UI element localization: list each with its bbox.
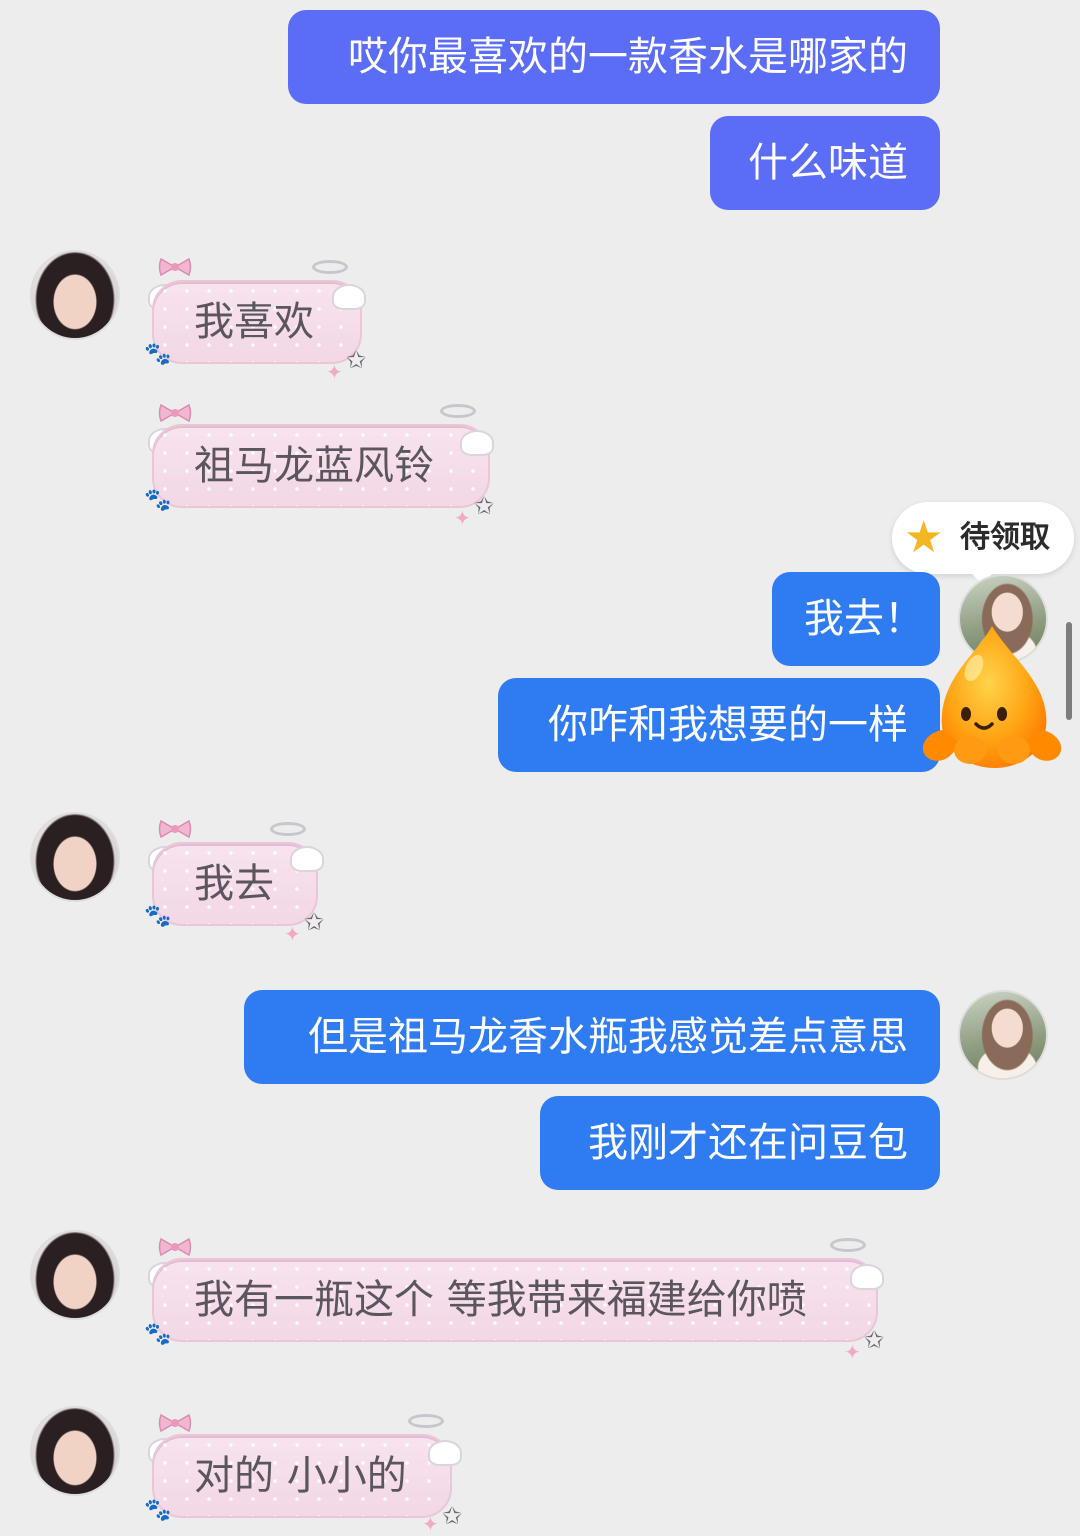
sparkle-icon: ✦ xyxy=(454,506,471,530)
bow-icon xyxy=(158,256,192,278)
bow-icon xyxy=(158,818,192,840)
my-avatar[interactable] xyxy=(958,990,1048,1080)
message-text: 我去 xyxy=(194,861,274,907)
star-outline-icon: ✩ xyxy=(442,1502,463,1530)
contact-avatar[interactable] xyxy=(30,812,120,902)
message-outgoing[interactable]: 我去！ xyxy=(772,572,940,666)
sparkle-icon: ✦ xyxy=(284,922,301,946)
contact-avatar[interactable] xyxy=(30,1230,120,1320)
message-incoming[interactable]: 祖马龙蓝风铃 xyxy=(152,424,490,508)
doubao-mascot-icon[interactable] xyxy=(918,622,1066,772)
sparkle-icon: ✦ xyxy=(844,1340,861,1364)
contact-avatar[interactable] xyxy=(30,250,120,340)
message-incoming[interactable]: 我有一瓶这个 等我带来福建给你喷 xyxy=(152,1258,878,1342)
message-outgoing[interactable]: 哎你最喜欢的一款香水是哪家的 xyxy=(288,10,940,104)
bow-icon xyxy=(158,1412,192,1434)
message-text: 但是祖马龙香水瓶我感觉差点意思 xyxy=(308,1014,908,1060)
scrollbar[interactable] xyxy=(1066,622,1072,720)
halo-icon xyxy=(830,1238,866,1252)
halo-icon xyxy=(270,822,306,836)
message-text: 什么味道 xyxy=(748,140,908,186)
message-text: 我有一瓶这个 等我带来福建给你喷 xyxy=(194,1277,807,1323)
message-outgoing[interactable]: 但是祖马龙香水瓶我感觉差点意思 xyxy=(244,990,940,1084)
halo-icon xyxy=(440,404,476,418)
message-text: 祖马龙蓝风铃 xyxy=(194,443,434,489)
message-incoming[interactable]: 我去 xyxy=(152,842,318,926)
sparkle-icon: ✦ xyxy=(326,360,343,384)
message-outgoing[interactable]: 你咋和我想要的一样 xyxy=(498,678,940,772)
message-outgoing[interactable]: 什么味道 xyxy=(710,116,940,210)
message-text: 你咋和我想要的一样 xyxy=(548,702,908,748)
reward-pending-pill[interactable]: ★ 待领取 xyxy=(892,502,1074,584)
message-text: 哎你最喜欢的一款香水是哪家的 xyxy=(348,34,908,80)
message-incoming[interactable]: 我喜欢 xyxy=(152,280,362,364)
reward-label: 待领取 xyxy=(960,520,1050,555)
message-incoming[interactable]: 对的 小小的 xyxy=(152,1434,452,1518)
star-icon: ★ xyxy=(904,512,944,563)
message-text: 对的 小小的 xyxy=(194,1453,407,1499)
message-text: 我喜欢 xyxy=(194,299,314,345)
bow-icon xyxy=(158,402,192,424)
message-outgoing[interactable]: 我刚才还在问豆包 xyxy=(540,1096,940,1190)
contact-avatar[interactable] xyxy=(30,1406,120,1496)
halo-icon xyxy=(408,1414,444,1428)
halo-icon xyxy=(312,260,348,274)
bow-icon xyxy=(158,1236,192,1258)
message-text: 我去！ xyxy=(804,596,924,642)
message-text: 我刚才还在问豆包 xyxy=(588,1120,908,1166)
